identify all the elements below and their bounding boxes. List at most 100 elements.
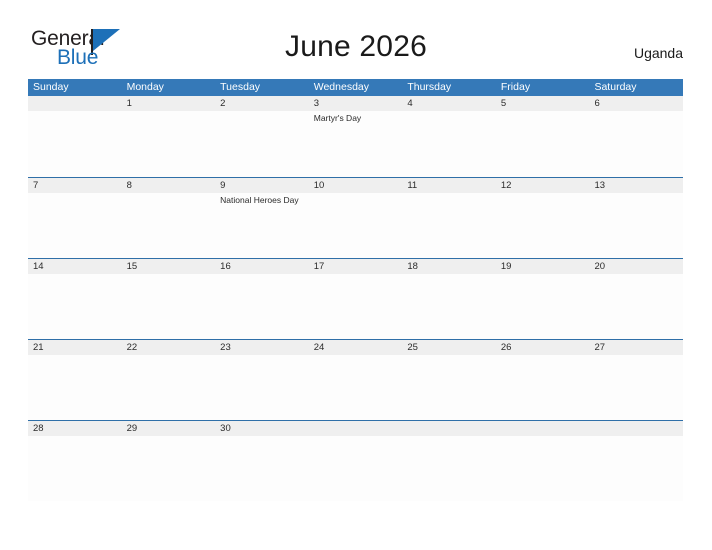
day-number-band: 7: [28, 178, 122, 193]
calendar-day-7[interactable]: 7: [28, 178, 122, 258]
page-title: June 2026: [285, 30, 427, 63]
day-number: 3: [313, 98, 320, 109]
calendar-day-29[interactable]: 29: [121, 421, 216, 501]
day-number-band: 4: [402, 96, 496, 111]
calendar-week-row: 7 8 9 National Heroes Day 10 11 12 13: [28, 177, 684, 258]
calendar-day-21[interactable]: 21: [28, 340, 122, 420]
calendar-day-2[interactable]: 2: [215, 96, 309, 177]
day-number: 4: [407, 98, 413, 109]
day-number-band: 14: [28, 259, 122, 274]
day-number-band: 21: [28, 340, 122, 355]
day-number-band: 18: [402, 259, 496, 274]
day-number: 29: [126, 423, 138, 434]
day-number: 24: [313, 342, 325, 353]
day-number: 28: [33, 423, 44, 434]
calendar-day-12[interactable]: 12: [495, 178, 590, 258]
page-header: General Blue June 2026 Uganda: [0, 0, 712, 68]
weekday-header-sunday: Sunday: [33, 81, 69, 93]
day-number-band: [495, 421, 590, 436]
day-number: 16: [220, 261, 231, 272]
day-number-band: [308, 421, 403, 436]
day-number-band: 24: [308, 340, 403, 355]
calendar-page: General Blue June 2026 Uganda Sunday Mond…: [0, 0, 712, 550]
day-number-band: 30: [215, 421, 309, 436]
day-number-band: 1: [121, 96, 216, 111]
calendar-day-22[interactable]: 22: [121, 340, 216, 420]
calendar-day-empty: [589, 421, 684, 501]
weekday-header-tuesday: Tuesday: [220, 81, 261, 93]
day-number-band: 2: [215, 96, 309, 111]
day-number: 19: [500, 261, 512, 272]
day-number: 22: [126, 342, 138, 353]
calendar-day-20[interactable]: 20: [589, 259, 684, 339]
day-number-band: [402, 421, 496, 436]
calendar-day-13[interactable]: 13: [589, 178, 684, 258]
calendar-day-24[interactable]: 24: [308, 340, 403, 420]
day-number: 5: [500, 98, 507, 109]
calendar-day-30[interactable]: 30: [215, 421, 309, 501]
day-number: 23: [220, 342, 231, 353]
day-number: 20: [594, 261, 606, 272]
weekday-header-wednesday: Wednesday: [313, 81, 369, 93]
day-number-band: 22: [121, 340, 216, 355]
calendar-day-3[interactable]: 3 Martyr's Day: [308, 96, 403, 177]
weekday-header-monday: Monday: [126, 81, 164, 93]
calendar-day-15[interactable]: 15: [121, 259, 216, 339]
day-number: 7: [33, 180, 39, 191]
calendar-day-5[interactable]: 5: [495, 96, 590, 177]
day-number-band: 10: [308, 178, 403, 193]
day-number-band: 15: [121, 259, 216, 274]
weekday-header-friday: Friday: [500, 81, 531, 93]
calendar-day-19[interactable]: 19: [495, 259, 590, 339]
day-events: Martyr's Day: [309, 111, 403, 124]
day-number-band: 19: [495, 259, 590, 274]
day-number: 9: [220, 180, 226, 191]
day-number: 15: [126, 261, 138, 272]
event-label: Martyr's Day: [313, 113, 362, 123]
calendar-day-10[interactable]: 10: [308, 178, 403, 258]
weekday-header-thursday: Thursday: [407, 81, 452, 93]
day-number: 30: [220, 423, 231, 434]
day-number-band: 13: [589, 178, 684, 193]
day-number: 6: [594, 98, 600, 109]
calendar-day-23[interactable]: 23: [215, 340, 309, 420]
calendar-day-empty: [402, 421, 496, 501]
calendar-day-empty: [308, 421, 403, 501]
calendar-day-6[interactable]: 6: [589, 96, 684, 177]
calendar-day-11[interactable]: 11: [402, 178, 496, 258]
day-number-band: 23: [215, 340, 309, 355]
calendar-week-row: 14 15 16 17 18 19 20: [28, 258, 684, 339]
calendar-day-8[interactable]: 8: [121, 178, 216, 258]
calendar-weeks: 1 2 3 Martyr's Day 4 5 6 7 8 9 National Heroes Day…: [28, 96, 684, 501]
day-number-band: 6: [589, 96, 684, 111]
day-number: 21: [33, 342, 44, 353]
day-number-band: 11: [402, 178, 496, 193]
calendar-day-1[interactable]: 1: [121, 96, 216, 177]
calendar-day-18[interactable]: 18: [402, 259, 496, 339]
day-events: National Heroes Day: [215, 193, 309, 206]
calendar-week-row: 1 2 3 Martyr's Day 4 5 6: [28, 96, 684, 177]
calendar-day-4[interactable]: 4: [402, 96, 496, 177]
day-number: 1: [126, 98, 132, 109]
calendar-week-row: 21 22 23 24 25 26 27: [28, 339, 684, 420]
calendar-day-16[interactable]: 16: [215, 259, 309, 339]
calendar-day-9[interactable]: 9 National Heroes Day: [215, 178, 309, 258]
day-number-band: 28: [28, 421, 122, 436]
calendar-day-empty: [495, 421, 590, 501]
calendar-day-14[interactable]: 14: [28, 259, 122, 339]
calendar-day-28[interactable]: 28: [28, 421, 122, 501]
day-number-band: 29: [121, 421, 216, 436]
day-number-band: [28, 96, 122, 111]
day-number: 2: [220, 98, 226, 109]
day-number: 12: [500, 180, 512, 191]
calendar-day-17[interactable]: 17: [308, 259, 403, 339]
day-number: 14: [33, 261, 44, 272]
calendar-day-27[interactable]: 27: [589, 340, 684, 420]
weekday-header-saturday: Saturday: [594, 81, 637, 93]
day-number: 25: [407, 342, 418, 353]
calendar-day-empty: [28, 96, 122, 177]
calendar-day-25[interactable]: 25: [402, 340, 496, 420]
day-number-band: 20: [589, 259, 684, 274]
calendar-day-26[interactable]: 26: [495, 340, 590, 420]
day-number-band: 26: [495, 340, 590, 355]
